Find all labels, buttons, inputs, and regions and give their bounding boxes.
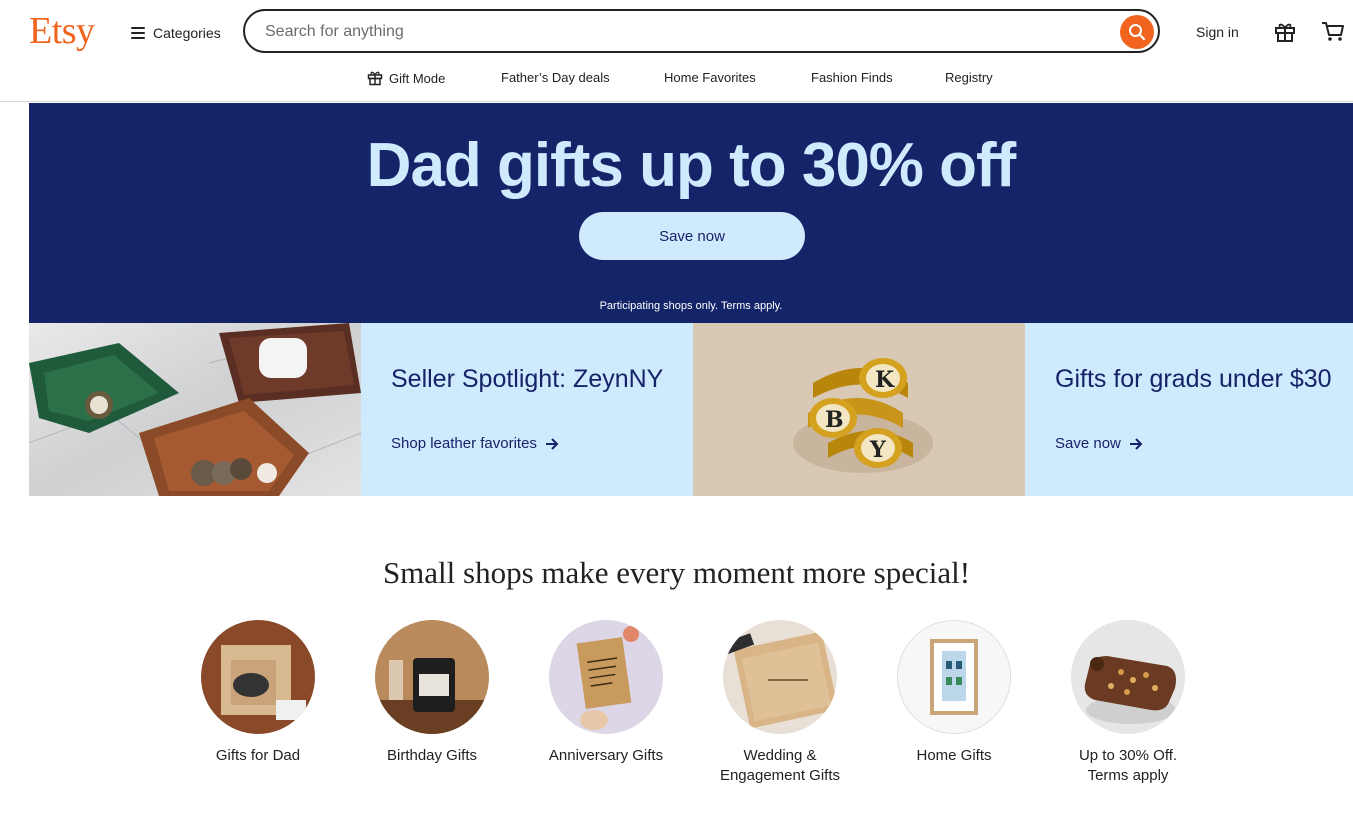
- save-now-button[interactable]: Save now: [579, 212, 805, 260]
- category-label: Home Gifts: [916, 747, 992, 764]
- arrow-right-icon: [545, 437, 559, 450]
- svg-text:B: B: [825, 407, 844, 433]
- gift-icon: [367, 71, 383, 86]
- nav-registry[interactable]: Registry: [945, 70, 993, 85]
- tile-title: Seller Spotlight: ZeynNY: [391, 365, 664, 393]
- etsy-logo[interactable]: Etsy: [29, 9, 95, 53]
- hero-title: Dad gifts up to 30% off: [366, 131, 1017, 200]
- leather-trays-image[interactable]: [29, 323, 361, 496]
- gift-icon[interactable]: [1274, 21, 1296, 48]
- category-label: Up to 30% Off. Terms apply: [1078, 747, 1178, 784]
- nav-label: Fashion Finds: [811, 70, 893, 85]
- grads-gifts-tile[interactable]: Gifts for grads under $30 Save now: [1025, 323, 1353, 496]
- nav-label: Home Favorites: [664, 70, 756, 85]
- nav-home-favorites[interactable]: Home Favorites: [664, 70, 756, 85]
- chocolate-bar-image: [1071, 620, 1185, 734]
- hero-banner: Dad gifts up to 30% off Save now Partici…: [29, 103, 1353, 323]
- categories-button[interactable]: Categories: [131, 24, 221, 42]
- search-icon: [1129, 24, 1146, 41]
- sign-in-link[interactable]: Sign in: [1196, 24, 1239, 40]
- site-header: Etsy Categories Sign in: [0, 0, 1353, 102]
- category-up-to-30-off[interactable]: Up to 30% Off. Terms apply: [1058, 620, 1198, 786]
- anniversary-gifts-image: [549, 620, 663, 734]
- nav-fathers-day-deals[interactable]: Father’s Day deals: [501, 70, 610, 85]
- nav-gift-mode[interactable]: Gift Mode: [367, 70, 445, 86]
- sub-navigation: Gift Mode Father’s Day deals Home Favori…: [0, 70, 1353, 88]
- search-bar: [243, 9, 1160, 53]
- categories-label: Categories: [153, 25, 221, 41]
- arrow-right-icon: [1129, 437, 1143, 450]
- nav-fashion-finds[interactable]: Fashion Finds: [811, 70, 893, 85]
- category-label: Wedding & Engagement Gifts: [719, 747, 841, 784]
- category-wedding-engagement-gifts[interactable]: Wedding & Engagement Gifts: [710, 620, 850, 786]
- category-gifts-for-dad[interactable]: Gifts for Dad: [188, 620, 328, 766]
- search-input[interactable]: [263, 11, 1107, 53]
- section-title: Small shops make every moment more speci…: [382, 555, 971, 590]
- nav-label: Gift Mode: [389, 70, 446, 86]
- nav-label: Father’s Day deals: [501, 70, 610, 85]
- promo-tiles: Seller Spotlight: ZeynNY Shop leather fa…: [29, 323, 1353, 496]
- cart-icon[interactable]: [1321, 21, 1345, 48]
- save-now-link[interactable]: Save now: [1055, 435, 1143, 452]
- svg-text:Y: Y: [869, 437, 886, 463]
- svg-text:K: K: [875, 367, 895, 393]
- category-birthday-gifts[interactable]: Birthday Gifts: [362, 620, 502, 766]
- nav-label: Registry: [945, 70, 993, 85]
- category-anniversary-gifts[interactable]: Anniversary Gifts: [536, 620, 676, 766]
- home-gifts-image: [897, 620, 1011, 734]
- category-home-gifts[interactable]: Home Gifts: [884, 620, 1024, 766]
- birthday-gifts-image: [375, 620, 489, 734]
- category-label: Anniversary Gifts: [548, 747, 664, 764]
- category-label: Birthday Gifts: [386, 747, 478, 764]
- wedding-gifts-image: [723, 620, 837, 734]
- search-button[interactable]: [1120, 15, 1154, 49]
- seller-spotlight-tile[interactable]: Seller Spotlight: ZeynNY Shop leather fa…: [361, 323, 693, 496]
- tile-link-label: Shop leather favorites: [391, 435, 537, 452]
- category-label: Gifts for Dad: [215, 747, 301, 764]
- hero-terms: Participating shops only. Terms apply.: [599, 300, 783, 312]
- gifts-for-dad-image: [201, 620, 315, 734]
- tile-link-label: Save now: [1055, 435, 1121, 452]
- shop-leather-link[interactable]: Shop leather favorites: [391, 435, 559, 452]
- signet-rings-image[interactable]: K B Y: [693, 323, 1025, 496]
- menu-icon: [131, 27, 145, 39]
- tile-title: Gifts for grads under $30: [1055, 365, 1332, 393]
